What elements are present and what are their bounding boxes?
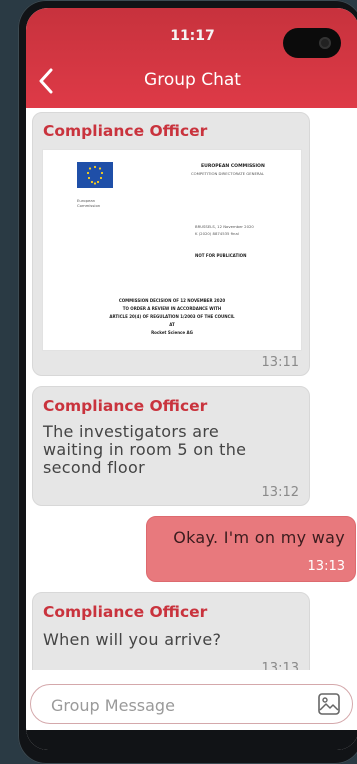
logo-caption: European Commission xyxy=(77,198,101,208)
eu-flag-logo xyxy=(77,162,113,188)
message-time: 13:13 xyxy=(261,661,299,670)
message-sender: Compliance Officer xyxy=(43,397,208,415)
message-sender: Compliance Officer xyxy=(43,603,208,621)
message-time: 13:11 xyxy=(261,355,299,370)
camera-cutout xyxy=(283,28,341,58)
message-text: Okay. I'm on my way xyxy=(173,528,345,547)
screen: 11:17 Group Chat Compliance Officer Euro… xyxy=(26,8,357,750)
doc-org: EUROPEAN COMMISSION xyxy=(201,164,265,169)
message-text: The investigators are waiting in room 5 … xyxy=(43,422,247,477)
page-title: Group Chat xyxy=(144,70,241,90)
bottom-bezel xyxy=(26,730,357,750)
message-bubble-outgoing: Okay. I'm on my way 13:13 xyxy=(146,516,356,582)
attach-image-button[interactable] xyxy=(316,691,342,717)
message-time: 13:12 xyxy=(261,485,299,500)
message-composer xyxy=(30,684,353,724)
doc-publication: NOT FOR PUBLICATION xyxy=(195,253,247,258)
message-list[interactable]: Compliance Officer European Commission E… xyxy=(26,108,357,670)
group-message-input[interactable] xyxy=(49,693,293,717)
message-bubble-incoming: Compliance Officer European Commission E… xyxy=(32,112,310,376)
doc-dg: COMPETITION DIRECTORATE GENERAL xyxy=(191,171,265,176)
app-header: 11:17 Group Chat xyxy=(26,8,357,108)
image-icon xyxy=(318,693,340,715)
message-sender: Compliance Officer xyxy=(43,122,208,140)
doc-decision-line: TO ORDER A REVIEW IN ACCORDANCE WITH xyxy=(122,306,222,311)
message-bubble-incoming: Compliance Officer The investigators are… xyxy=(32,386,310,506)
phone-frame: 11:17 Group Chat Compliance Officer Euro… xyxy=(18,0,357,764)
doc-decision-line: Rocket Science AG xyxy=(151,330,193,335)
document-attachment[interactable]: European Commission EUROPEAN COMMISSION … xyxy=(42,149,302,351)
message-time: 13:13 xyxy=(307,559,345,574)
doc-decision-line: ARTICLE 20(4) OF REGULATION 1/2003 OF TH… xyxy=(109,314,235,319)
doc-place-date: BRUSSELS, 12 November 2020 xyxy=(195,224,254,229)
doc-ref: K (2020) 8874535 final xyxy=(195,231,239,236)
message-bubble-incoming: Compliance Officer When will you arrive?… xyxy=(32,592,310,670)
message-text: When will you arrive? xyxy=(43,630,222,649)
doc-decision-line: COMMISSION DECISION OF 12 NOVEMBER 2020 xyxy=(118,298,226,303)
doc-decision-line: AT xyxy=(169,322,175,327)
